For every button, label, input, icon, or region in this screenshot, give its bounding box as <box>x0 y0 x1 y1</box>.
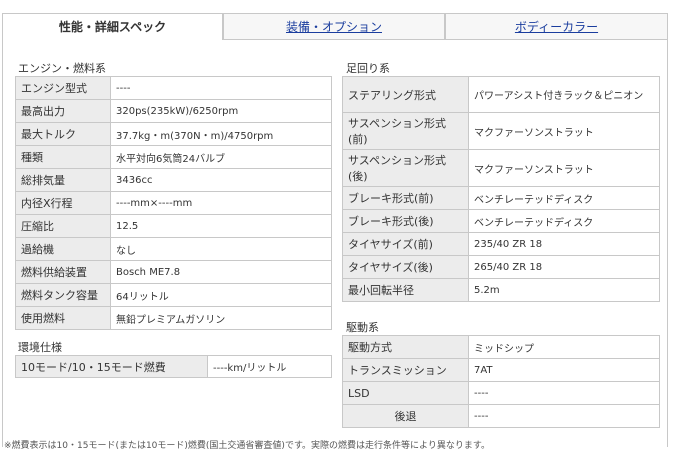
spec-label: サスペンション形式(後) <box>342 149 469 187</box>
spec-value: ---- <box>468 404 660 428</box>
spec-label: 圧縮比 <box>15 214 111 238</box>
tab-equipment-options-link[interactable]: 装備・オプション <box>286 20 382 34</box>
spec-label: 最小回転半径 <box>342 278 469 302</box>
spec-label: ブレーキ形式(後) <box>342 209 469 233</box>
spec-label: 内径X行程 <box>15 191 111 215</box>
suspension-spec-table: ステアリング形式 パワーアシスト付きラック＆ピニオン サスペンション形式(前) マク… <box>342 76 660 302</box>
spec-value: 64リットル <box>110 283 332 307</box>
spec-value: 265/40 ZR 18 <box>468 255 660 279</box>
table-row: 最高出力 320ps(235kW)/6250rpm <box>15 99 332 123</box>
spec-label: 10モード/10・15モード燃費 <box>15 355 208 378</box>
table-row: 種類 水平対向6気筒24バルブ <box>15 145 332 169</box>
spec-value: 無鉛プレミアムガソリン <box>110 306 332 330</box>
table-row: 内径X行程 ----mm×----mm <box>15 191 332 215</box>
spec-value: 320ps(235kW)/6250rpm <box>110 99 332 123</box>
table-row: 最大トルク 37.7kg・m(370N・m)/4750rpm <box>15 122 332 146</box>
spec-label: ステアリング形式 <box>342 76 469 113</box>
drive-spec-table: 駆動方式 ミッドシップ トランスミッション 7AT LSD ---- 後退 ---- <box>342 335 660 428</box>
tab-body-color-link[interactable]: ボディーカラー <box>515 20 598 34</box>
table-row: タイヤサイズ(前) 235/40 ZR 18 <box>342 232 660 256</box>
spec-label: 最高出力 <box>15 99 111 123</box>
spec-label: トランスミッション <box>342 358 469 382</box>
spec-value: ---- <box>468 381 660 405</box>
spec-value: 水平対向6気筒24バルブ <box>110 145 332 169</box>
table-row: 10モード/10・15モード燃費 ----km/リットル <box>15 355 332 378</box>
table-row: 過給機 なし <box>15 237 332 261</box>
table-row: トランスミッション 7AT <box>342 358 660 382</box>
spec-value: パワーアシスト付きラック＆ピニオン <box>468 76 660 113</box>
table-row: エンジン型式 ---- <box>15 76 332 100</box>
spec-value: ---- <box>110 76 332 100</box>
engine-spec-table: エンジン型式 ---- 最高出力 320ps(235kW)/6250rpm 最大トル… <box>15 76 332 330</box>
table-row: LSD ---- <box>342 381 660 405</box>
spec-label: 過給機 <box>15 237 111 261</box>
spec-label: LSD <box>342 381 469 405</box>
table-row: 使用燃料 無鉛プレミアムガソリン <box>15 306 332 330</box>
spec-value: なし <box>110 237 332 261</box>
spec-label: 駆動方式 <box>342 335 469 359</box>
spec-value: ミッドシップ <box>468 335 660 359</box>
spec-label: 燃料供給装置 <box>15 260 111 284</box>
spec-value: 7AT <box>468 358 660 382</box>
environment-spec-table: 10モード/10・15モード燃費 ----km/リットル <box>15 355 332 378</box>
spec-value: 3436cc <box>110 168 332 192</box>
spec-value: マクファーソンストラット <box>468 112 660 150</box>
spec-value: 12.5 <box>110 214 332 238</box>
table-row: 最小回転半径 5.2m <box>342 278 660 302</box>
drive-section-title: 駆動系 <box>346 321 379 334</box>
spec-label: タイヤサイズ(前) <box>342 232 469 256</box>
spec-value: Bosch ME7.8 <box>110 260 332 284</box>
spec-value: ----mm×----mm <box>110 191 332 215</box>
table-row: 総排気量 3436cc <box>15 168 332 192</box>
spec-value: ベンチレーテッドディスク <box>468 209 660 233</box>
spec-label: 使用燃料 <box>15 306 111 330</box>
table-row: 圧縮比 12.5 <box>15 214 332 238</box>
table-row: 駆動方式 ミッドシップ <box>342 335 660 359</box>
spec-value: ----km/リットル <box>207 355 332 378</box>
spec-label: サスペンション形式(前) <box>342 112 469 150</box>
spec-label: 総排気量 <box>15 168 111 192</box>
spec-label: 最大トルク <box>15 122 111 146</box>
spec-label: 後退 <box>342 404 469 428</box>
spec-value: 235/40 ZR 18 <box>468 232 660 256</box>
spec-value: 37.7kg・m(370N・m)/4750rpm <box>110 122 332 146</box>
table-row: サスペンション形式(後) マクファーソンストラット <box>342 149 660 187</box>
footnote: ※燃費表示は10・15モード(または10モード)燃費(国土交通省審査値)です。実… <box>4 441 490 451</box>
table-row: ステアリング形式 パワーアシスト付きラック＆ピニオン <box>342 76 660 113</box>
spec-label: 種類 <box>15 145 111 169</box>
table-row: ブレーキ形式(後) ベンチレーテッドディスク <box>342 209 660 233</box>
spec-label: 燃料タンク容量 <box>15 283 111 307</box>
table-row: ブレーキ形式(前) ベンチレーテッドディスク <box>342 186 660 210</box>
tab-performance-specs[interactable]: 性能・詳細スペック <box>2 13 223 40</box>
table-row: 後退 ---- <box>342 404 660 428</box>
spec-label: エンジン型式 <box>15 76 111 100</box>
table-row: 燃料供給装置 Bosch ME7.8 <box>15 260 332 284</box>
tab-body-color[interactable]: ボディーカラー <box>445 13 668 39</box>
spec-label: タイヤサイズ(後) <box>342 255 469 279</box>
spec-label: ブレーキ形式(前) <box>342 186 469 210</box>
suspension-section-title: 足回り系 <box>346 62 390 75</box>
spec-value: マクファーソンストラット <box>468 149 660 187</box>
spec-value: 5.2m <box>468 278 660 302</box>
environment-section-title: 環境仕様 <box>18 341 62 354</box>
spec-value: ベンチレーテッドディスク <box>468 186 660 210</box>
tab-bar: 性能・詳細スペック 装備・オプション ボディーカラー <box>2 13 668 40</box>
tab-equipment-options[interactable]: 装備・オプション <box>223 13 445 39</box>
table-row: タイヤサイズ(後) 265/40 ZR 18 <box>342 255 660 279</box>
engine-section-title: エンジン・燃料系 <box>18 62 106 75</box>
table-row: 燃料タンク容量 64リットル <box>15 283 332 307</box>
table-row: サスペンション形式(前) マクファーソンストラット <box>342 112 660 150</box>
